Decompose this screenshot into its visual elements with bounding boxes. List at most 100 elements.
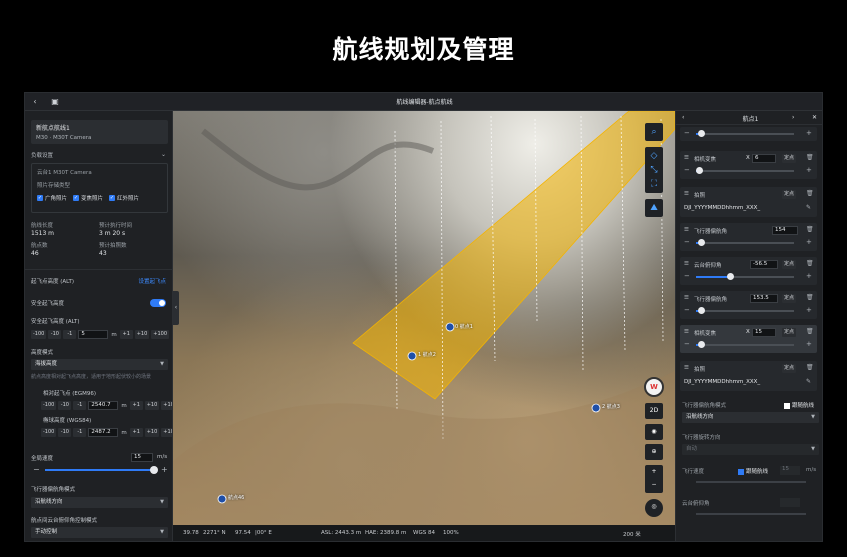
- plus-1-button[interactable]: +1: [129, 428, 143, 437]
- plus-icon[interactable]: +: [806, 239, 812, 246]
- action-fixed-button[interactable]: 定点: [782, 154, 797, 163]
- edit-icon[interactable]: ✎: [806, 378, 811, 385]
- action-value-input[interactable]: 153.5: [750, 294, 778, 303]
- trash-icon[interactable]: 🗑: [806, 226, 814, 233]
- action-slider[interactable]: [696, 341, 794, 348]
- minus-100-button[interactable]: -100: [31, 330, 47, 339]
- plus-icon[interactable]: +: [806, 273, 812, 280]
- zoom-in-icon[interactable]: +: [645, 465, 663, 478]
- ellip-alt-input[interactable]: 2487.2: [88, 428, 119, 437]
- checkbox-zoom-photo[interactable]: ✓ 变焦照片: [73, 194, 103, 202]
- slider-knob[interactable]: [697, 307, 705, 314]
- minus-1-button[interactable]: -1: [63, 330, 77, 339]
- drag-handle-icon[interactable]: ☰: [684, 227, 689, 233]
- plus-icon[interactable]: +: [806, 307, 812, 314]
- action-value-input[interactable]: 154: [772, 226, 798, 235]
- action-fixed-button[interactable]: 定点: [782, 190, 797, 199]
- trash-icon[interactable]: 🗑: [806, 190, 814, 197]
- speed-input[interactable]: 15: [780, 466, 800, 475]
- slider-knob[interactable]: [697, 130, 705, 137]
- action-fixed-button[interactable]: 定点: [782, 260, 797, 269]
- follow-route-checkbox[interactable]: 跟随航线: [784, 401, 814, 409]
- chevron-down-icon[interactable]: ⌄: [161, 151, 166, 158]
- minus-100-button[interactable]: -100: [41, 428, 57, 437]
- drag-handle-icon[interactable]: ☰: [684, 261, 689, 267]
- trash-icon[interactable]: 🗑: [806, 294, 814, 301]
- slider-knob[interactable]: [727, 273, 735, 280]
- minus-icon[interactable]: −: [684, 130, 690, 137]
- trash-icon[interactable]: 🗑: [806, 260, 814, 267]
- plus-10-button[interactable]: +10: [144, 428, 160, 437]
- slider-knob[interactable]: [149, 466, 158, 474]
- next-waypoint-icon[interactable]: ›: [792, 114, 794, 121]
- minus-icon[interactable]: −: [684, 167, 690, 174]
- minus-icon[interactable]: −: [684, 273, 690, 280]
- speed-input[interactable]: 15: [131, 453, 153, 462]
- plus-100-button[interactable]: +100: [161, 401, 172, 410]
- plus-100-button[interactable]: +100: [151, 330, 170, 339]
- plus-icon[interactable]: +: [161, 466, 168, 474]
- plus-icon[interactable]: +: [806, 167, 812, 174]
- location-icon[interactable]: ◉: [645, 424, 663, 440]
- slider-knob[interactable]: [695, 167, 703, 174]
- checkbox-wide-photo[interactable]: ✓ 广角照片: [37, 194, 67, 202]
- rotation-select[interactable]: 自动 ▼: [682, 444, 819, 455]
- view-mode-toggle[interactable]: 2D: [645, 403, 663, 419]
- plus-100-button[interactable]: +100: [161, 428, 172, 437]
- minus-1-button[interactable]: -1: [73, 428, 87, 437]
- compass-icon[interactable]: W: [644, 377, 664, 397]
- gimbal-input[interactable]: [780, 498, 800, 507]
- close-icon[interactable]: ✕: [812, 114, 817, 121]
- action-fixed-button[interactable]: 定点: [782, 328, 797, 337]
- gimbal-slider-disabled[interactable]: [696, 513, 806, 515]
- action-slider[interactable]: [696, 239, 794, 246]
- action-fixed-button[interactable]: 定点: [782, 364, 797, 373]
- region-tool-icon[interactable]: ⛶: [645, 177, 663, 191]
- trash-icon[interactable]: 🗑: [806, 364, 814, 371]
- minus-10-button[interactable]: -10: [58, 401, 72, 410]
- speed-slider[interactable]: [45, 466, 158, 474]
- action-slider[interactable]: [695, 167, 794, 174]
- plus-icon[interactable]: +: [806, 130, 812, 137]
- alt-mode-select[interactable]: 海拔高度 ▼: [31, 359, 168, 370]
- action-slider[interactable]: [696, 130, 794, 137]
- minus-icon[interactable]: −: [33, 466, 40, 474]
- minus-icon[interactable]: −: [684, 307, 690, 314]
- drag-handle-icon[interactable]: ☰: [684, 329, 689, 335]
- set-takeoff-link[interactable]: 设置起飞点: [138, 277, 166, 285]
- action-value-input[interactable]: -56.5: [750, 260, 778, 269]
- trash-icon[interactable]: 🗑: [806, 154, 814, 161]
- minus-icon[interactable]: −: [684, 239, 690, 246]
- waypoint-marker[interactable]: [407, 351, 417, 361]
- layers-icon[interactable]: ◎: [645, 499, 663, 517]
- safe-takeoff-toggle[interactable]: [150, 299, 166, 307]
- route-info-box[interactable]: 新航点航线1 M30 · M30T Camera: [31, 120, 168, 144]
- action-slider[interactable]: [696, 273, 794, 280]
- yaw-mode-select[interactable]: 沿航线方向 ▼: [31, 497, 168, 508]
- plus-1-button[interactable]: +1: [119, 330, 133, 339]
- route-tool-icon[interactable]: ⤡: [645, 163, 663, 177]
- yaw-mode-select[interactable]: 沿航线方向 ▼: [682, 412, 819, 423]
- trash-icon[interactable]: 🗑: [806, 328, 814, 335]
- minus-10-button[interactable]: -10: [58, 428, 72, 437]
- rel-alt-input[interactable]: 2540.7: [88, 401, 119, 410]
- drag-handle-icon[interactable]: ☰: [684, 365, 689, 371]
- drag-handle-icon[interactable]: ☰: [684, 191, 689, 197]
- drag-handle-icon[interactable]: ☰: [684, 155, 689, 161]
- zoom-out-icon[interactable]: −: [645, 478, 663, 491]
- search-icon[interactable]: ⌕: [645, 123, 663, 141]
- minus-10-button[interactable]: -10: [48, 330, 62, 339]
- waypoint-tool-icon[interactable]: ◇: [645, 149, 663, 163]
- map-view[interactable]: 0 航点1 1 航点2 2 航点3 航点46 ⌕ ◇ ⤡ ⛶ ⛰ W 2D ◉ …: [173, 111, 675, 525]
- action-value-input[interactable]: 15: [752, 328, 776, 337]
- speed-slider-disabled[interactable]: [696, 481, 806, 483]
- action-value-input[interactable]: 6: [752, 154, 776, 163]
- minus-100-button[interactable]: -100: [41, 401, 57, 410]
- slider-knob[interactable]: [697, 341, 705, 348]
- plus-1-button[interactable]: +1: [129, 401, 143, 410]
- action-fixed-button[interactable]: 定点: [782, 294, 797, 303]
- minus-icon[interactable]: −: [684, 341, 690, 348]
- plus-10-button[interactable]: +10: [144, 401, 160, 410]
- waypoint-marker[interactable]: [591, 403, 601, 413]
- waypoint-marker[interactable]: [445, 322, 455, 332]
